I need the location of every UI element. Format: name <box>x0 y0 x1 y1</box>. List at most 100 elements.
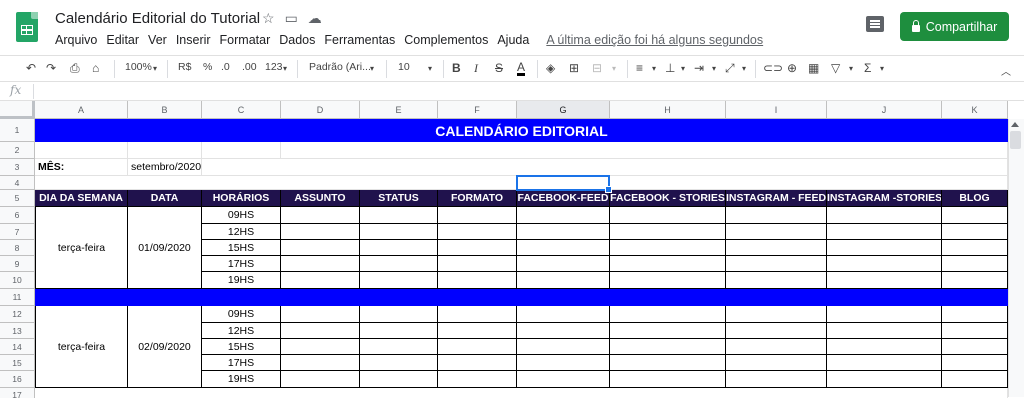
block1-cell-g5[interactable] <box>517 272 610 289</box>
block1-cell-j3[interactable] <box>827 240 942 256</box>
block2-cell-j1[interactable] <box>827 306 942 323</box>
block2-cell-g4[interactable] <box>517 355 610 371</box>
block1-cell-f5[interactable] <box>438 272 517 289</box>
print-icon[interactable]: ⎙ <box>70 61 80 76</box>
zoom-select[interactable]: 100% <box>125 61 152 73</box>
cell-a2[interactable] <box>35 142 128 159</box>
cell-b2[interactable] <box>128 142 202 159</box>
column-header-g[interactable]: G <box>517 101 610 119</box>
undo-icon[interactable]: ↶ <box>26 61 36 75</box>
block2-cell-d1[interactable] <box>281 306 360 323</box>
block2-weekday[interactable]: terça-feira <box>35 306 128 388</box>
block1-cell-h2[interactable] <box>610 224 726 240</box>
font-select[interactable]: Padrão (Ari... <box>309 61 371 73</box>
header-horarios[interactable]: HORÁRIOS <box>202 190 281 207</box>
block1-cell-f1[interactable] <box>438 207 517 224</box>
separator-row[interactable] <box>35 289 1008 306</box>
share-button[interactable]: Compartilhar <box>900 12 1009 41</box>
block2-cell-d2[interactable] <box>281 323 360 339</box>
block1-cell-j4[interactable] <box>827 256 942 272</box>
block1-weekday[interactable]: terça-feira <box>35 207 128 289</box>
block1-cell-k2[interactable] <box>942 224 1008 240</box>
borders-icon[interactable]: ⊞ <box>569 61 579 75</box>
header-facebook-feed[interactable]: FACEBOOK-FEED <box>517 190 610 207</box>
menu-ajuda[interactable]: Ajuda <box>497 33 529 47</box>
block2-time-5[interactable]: 19HS <box>202 371 281 388</box>
redo-icon[interactable]: ↷ <box>46 61 56 75</box>
increase-decimal-button[interactable]: .00 <box>242 61 257 73</box>
percent-button[interactable]: % <box>203 61 212 73</box>
menu-ver[interactable]: Ver <box>148 33 167 47</box>
block1-cell-i3[interactable] <box>726 240 827 256</box>
header-formato[interactable]: FORMATO <box>438 190 517 207</box>
block1-date[interactable]: 01/09/2020 <box>128 207 202 289</box>
column-header-c[interactable]: C <box>202 101 281 119</box>
block1-cell-f2[interactable] <box>438 224 517 240</box>
text-color-button[interactable]: A <box>517 61 526 76</box>
sheets-logo-icon[interactable] <box>16 12 38 42</box>
block2-cell-j2[interactable] <box>827 323 942 339</box>
block2-cell-i3[interactable] <box>726 339 827 355</box>
block1-cell-j1[interactable] <box>827 207 942 224</box>
block1-cell-h5[interactable] <box>610 272 726 289</box>
block1-time-5[interactable]: 19HS <box>202 272 281 289</box>
menu-formatar[interactable]: Formatar <box>220 33 271 47</box>
row-header-6[interactable]: 6 <box>0 207 35 224</box>
header-data[interactable]: DATA <box>128 190 202 207</box>
block2-cell-e2[interactable] <box>360 323 438 339</box>
folder-move-icon[interactable]: ▭ <box>285 10 298 27</box>
insert-link-icon[interactable]: ⊂⊃ <box>763 61 783 75</box>
block1-cell-g2[interactable] <box>517 224 610 240</box>
more-formats-button[interactable]: 123 <box>265 61 283 73</box>
header-status[interactable]: STATUS <box>360 190 438 207</box>
block2-cell-j5[interactable] <box>827 371 942 388</box>
block2-cell-g5[interactable] <box>517 371 610 388</box>
column-header-i[interactable]: I <box>726 101 827 119</box>
block1-cell-h4[interactable] <box>610 256 726 272</box>
header-dia-semana[interactable]: DIA DA SEMANA <box>35 190 128 207</box>
scrollbar-thumb[interactable] <box>1010 131 1021 149</box>
row-header-5[interactable]: 5 <box>0 190 35 207</box>
block1-cell-k1[interactable] <box>942 207 1008 224</box>
header-instagram-feed[interactable]: INSTAGRAM - FEED <box>726 190 827 207</box>
column-header-d[interactable]: D <box>281 101 360 119</box>
menu-ferramentas[interactable]: Ferramentas <box>324 33 395 47</box>
block1-cell-f4[interactable] <box>438 256 517 272</box>
block1-cell-d4[interactable] <box>281 256 360 272</box>
row-header-10[interactable]: 10 <box>0 272 35 289</box>
block2-cell-d4[interactable] <box>281 355 360 371</box>
column-header-j[interactable]: J <box>827 101 942 119</box>
block1-cell-e4[interactable] <box>360 256 438 272</box>
cells-c3-k3[interactable] <box>202 159 1008 176</box>
decrease-decimal-button[interactable]: .0 <box>221 61 230 73</box>
block1-cell-j2[interactable] <box>827 224 942 240</box>
block1-cell-i2[interactable] <box>726 224 827 240</box>
vertical-scrollbar[interactable] <box>1008 119 1024 397</box>
block2-cell-e1[interactable] <box>360 306 438 323</box>
block2-cell-h4[interactable] <box>610 355 726 371</box>
block1-time-3[interactable]: 15HS <box>202 240 281 256</box>
block1-time-4[interactable]: 17HS <box>202 256 281 272</box>
text-rotation-icon[interactable]: ⤢ <box>725 61 735 76</box>
block2-cell-i2[interactable] <box>726 323 827 339</box>
block2-cell-f5[interactable] <box>438 371 517 388</box>
block1-cell-e5[interactable] <box>360 272 438 289</box>
block2-cell-i1[interactable] <box>726 306 827 323</box>
menu-complementos[interactable]: Complementos <box>404 33 488 47</box>
block1-cell-d3[interactable] <box>281 240 360 256</box>
block2-cell-g1[interactable] <box>517 306 610 323</box>
row-header-12[interactable]: 12 <box>0 306 35 323</box>
column-header-k[interactable]: K <box>942 101 1008 119</box>
active-cell-g4[interactable] <box>516 175 612 193</box>
row-header-11[interactable]: 11 <box>0 289 35 306</box>
chevron-down-icon[interactable]: ▾ <box>681 64 685 73</box>
block2-cell-k3[interactable] <box>942 339 1008 355</box>
functions-button[interactable]: Σ <box>864 61 871 75</box>
block1-cell-e1[interactable] <box>360 207 438 224</box>
chevron-down-icon[interactable]: ▾ <box>742 64 746 73</box>
row-header-9[interactable]: 9 <box>0 256 35 272</box>
vertical-align-icon[interactable]: ⊥ <box>665 61 675 75</box>
block2-cell-k4[interactable] <box>942 355 1008 371</box>
block2-cell-h5[interactable] <box>610 371 726 388</box>
select-all-corner[interactable] <box>0 101 35 119</box>
